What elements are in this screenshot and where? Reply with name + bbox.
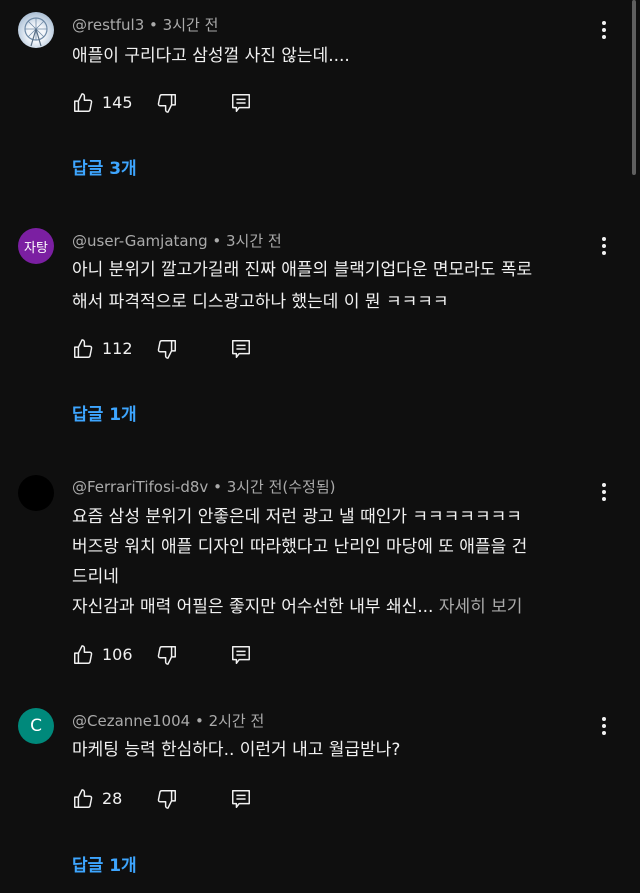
comment-meta: @restful3 • 3시간 전: [72, 16, 219, 34]
comment-time: 2시간 전: [208, 712, 265, 730]
ferris-wheel-icon: [24, 17, 48, 47]
reply-button[interactable]: [230, 643, 252, 667]
author-name[interactable]: @user-Gamjatang: [72, 232, 208, 250]
more-options-button[interactable]: [592, 714, 616, 738]
comment-line: 아니 분위기 깔고가길래 진짜 애플의 블랙기업다운 면모라도 폭로: [72, 260, 533, 280]
dislike-button[interactable]: [156, 787, 178, 811]
comment-text: 요즘 삼성 분위기 안좋은데 저런 광고 낼 때인가 ㅋㅋㅋㅋㅋㅋㅋ 버즈랑 워…: [72, 502, 612, 622]
comment-actions: 106: [72, 643, 272, 667]
like-count: 145: [102, 93, 133, 112]
comment-line: 버즈랑 워치 애플 디자인 따라했다고 난리인 마당에 또 애플을 건: [72, 537, 528, 557]
author-name[interactable]: @Cezanne1004: [72, 712, 190, 730]
comment-text: 아니 분위기 깔고가길래 진짜 애플의 블랙기업다운 면모라도 폭로 해서 파격…: [72, 257, 612, 315]
comment-time: 3시간 전: [162, 16, 219, 34]
avatar-initials: 자탕: [24, 240, 48, 256]
like-button[interactable]: [72, 643, 94, 667]
kebab-icon: [602, 237, 606, 255]
comment-time: 3시간 전(수정됨): [226, 478, 336, 496]
like-button[interactable]: [72, 91, 94, 115]
more-options-button[interactable]: [592, 18, 616, 42]
comment-line: 드리네: [72, 567, 119, 587]
thumbs-up-icon: [74, 339, 93, 358]
comment-meta: @Cezanne1004 • 2시간 전: [72, 712, 265, 730]
thumbs-up-icon: [74, 93, 93, 112]
reply-button[interactable]: [230, 787, 252, 811]
reply-icon: [232, 790, 250, 808]
more-options-button[interactable]: [592, 234, 616, 258]
comment-actions: 28: [72, 787, 272, 811]
thumbs-up-icon: [74, 645, 93, 664]
read-more-link[interactable]: 자세히 보기: [439, 597, 523, 617]
like-button[interactable]: [72, 787, 94, 811]
like-count: 112: [102, 339, 133, 358]
more-options-button[interactable]: [592, 480, 616, 504]
reply-button[interactable]: [230, 91, 252, 115]
reply-icon: [232, 340, 250, 358]
kebab-icon: [602, 717, 606, 735]
comment-line: 애플이 구리다고 삼성껄 사진 않는데....: [72, 46, 350, 66]
comment-line: 요즘 삼성 분위기 안좋은데 저런 광고 낼 때인가 ㅋㅋㅋㅋㅋㅋㅋ: [72, 507, 522, 527]
avatar[interactable]: C: [18, 708, 54, 744]
dislike-button[interactable]: [156, 643, 178, 667]
avatar[interactable]: [18, 12, 54, 48]
thumbs-down-icon: [157, 790, 176, 809]
view-replies-button[interactable]: 답글 1개: [72, 400, 137, 425]
comment-time: 3시간 전: [226, 232, 282, 250]
comment-line-text: 자신감과 매력 어필은 좋지만 어수선한 내부 쇄신...: [72, 597, 434, 617]
comment-meta: @user-Gamjatang • 3시간 전: [72, 232, 282, 250]
comment-line: 자신감과 매력 어필은 좋지만 어수선한 내부 쇄신... 자세히 보기: [72, 592, 612, 622]
thumbs-up-icon: [74, 789, 93, 808]
author-name[interactable]: @restful3: [72, 16, 144, 34]
view-replies-button[interactable]: 답글 3개: [72, 154, 137, 179]
kebab-icon: [602, 483, 606, 501]
view-replies-button[interactable]: 답글 1개: [72, 851, 137, 876]
thumbs-down-icon: [157, 94, 176, 113]
thumbs-down-icon: [157, 646, 176, 665]
comment-line: 해서 파격적으로 디스광고하나 했는데 이 뭔 ㅋㅋㅋㅋ: [72, 292, 449, 312]
kebab-icon: [602, 21, 606, 39]
like-button[interactable]: [72, 337, 94, 361]
reply-button[interactable]: [230, 337, 252, 361]
like-count: 28: [102, 789, 123, 808]
comment-text: 마케팅 능력 한심하다.. 이런거 내고 월급받나?: [72, 737, 612, 763]
avatar-initials: C: [30, 716, 42, 736]
thumbs-down-icon: [157, 340, 176, 359]
dislike-button[interactable]: [156, 91, 178, 115]
reply-icon: [232, 94, 250, 112]
reply-icon: [232, 646, 250, 664]
comment-actions: 145: [72, 91, 272, 115]
avatar[interactable]: [18, 475, 54, 511]
scrollbar[interactable]: [632, 0, 636, 175]
dislike-button[interactable]: [156, 337, 178, 361]
comment-meta: @FerrariTifosi-d8v • 3시간 전(수정됨): [72, 478, 336, 496]
like-count: 106: [102, 645, 133, 664]
avatar[interactable]: 자탕: [18, 228, 54, 264]
comment-actions: 112: [72, 337, 272, 361]
comment-line: 마케팅 능력 한심하다.. 이런거 내고 월급받나?: [72, 740, 401, 760]
author-name[interactable]: @FerrariTifosi-d8v: [72, 478, 208, 496]
comment-text: 애플이 구리다고 삼성껄 사진 않는데....: [72, 43, 612, 69]
